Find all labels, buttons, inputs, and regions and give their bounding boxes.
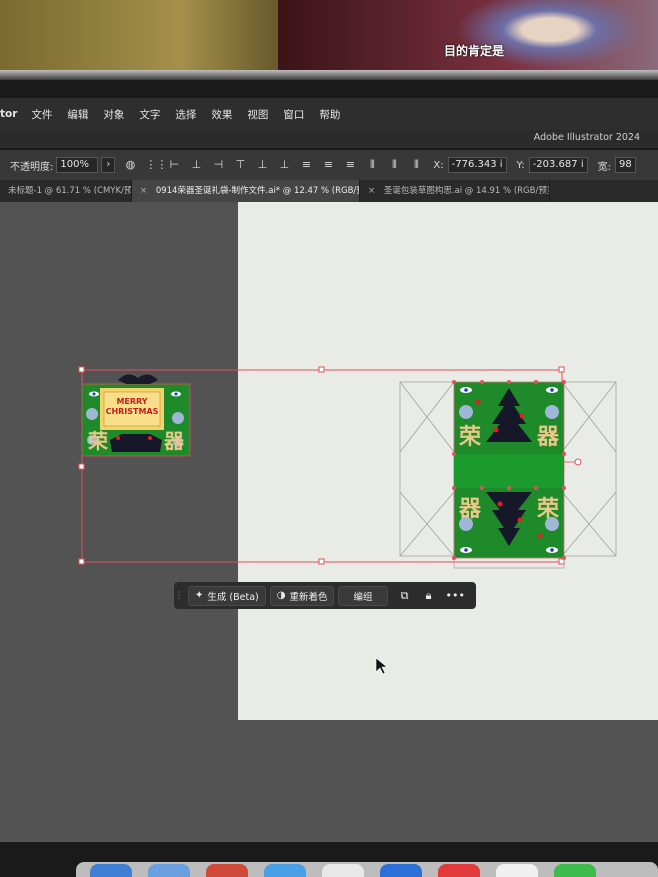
christmas-text: CHRISTMAS: [106, 407, 159, 416]
lock-icon[interactable]: 🔒︎: [422, 589, 436, 603]
bag-char-qi-bottom: 器: [458, 497, 482, 522]
cursor-icon: [375, 657, 388, 675]
align-right-icon[interactable]: ⊣: [211, 158, 225, 172]
handle-tl[interactable]: [78, 366, 85, 373]
align-bottom-icon[interactable]: ⊥: [277, 158, 291, 172]
close-icon[interactable]: ×: [368, 186, 375, 196]
close-icon[interactable]: ×: [140, 186, 147, 196]
recolor-label: 重新着色: [289, 591, 328, 603]
menu-view[interactable]: 视图: [247, 107, 268, 122]
align-to-icon[interactable]: ⋮⋮: [145, 158, 167, 172]
generate-label: 生成 (Beta): [207, 591, 259, 603]
recolor-icon: ◑: [276, 590, 286, 601]
background-photo: 目的肯定是: [0, 0, 658, 80]
app-title: Adobe Illustrator 2024: [533, 132, 640, 143]
group-button[interactable]: 编组: [338, 585, 388, 606]
canvas[interactable]: MERRY CHRISTMAS 荣 器 荣 器 器 荣: [0, 202, 658, 842]
menu-bar: tor 文件 编辑 对象 文字 选择 效果 视图 窗口 帮助: [0, 98, 658, 130]
align-left-icon[interactable]: ⊢: [167, 158, 181, 172]
x-coordinate: X: -776.343 i: [433, 157, 507, 173]
distribute-bottom-icon[interactable]: ≡: [343, 158, 357, 172]
thumb-char-rong: 荣: [87, 429, 109, 453]
contextual-taskbar: ⋮ ✦ 生成 (Beta) ◑ 重新着色 编组 ⧉ 🔒︎ •••: [174, 582, 476, 609]
opacity-label: 不透明度:: [10, 161, 54, 173]
handle-bl[interactable]: [78, 558, 85, 565]
menu-select[interactable]: 选择: [175, 107, 196, 122]
handle-tr[interactable]: [558, 366, 565, 373]
recolor-artwork-icon[interactable]: ◍: [123, 158, 137, 172]
wall: [0, 0, 300, 78]
sparkle-icon: ✦: [195, 590, 204, 601]
more-icon[interactable]: •••: [446, 589, 465, 602]
distribute-center-icon[interactable]: ≡: [321, 158, 335, 172]
dock: [76, 862, 658, 877]
dock-app-icon[interactable]: [90, 864, 132, 877]
tab-untitled[interactable]: 未标题-1 @ 61.71 % (CMYK/预览): [0, 180, 132, 202]
menu-effect[interactable]: 效果: [211, 107, 232, 122]
distribute-top-icon[interactable]: ≡: [299, 158, 313, 172]
artwork-layer[interactable]: MERRY CHRISTMAS 荣 器 荣 器 器 荣: [0, 202, 658, 842]
generate-button[interactable]: ✦ 生成 (Beta): [188, 585, 266, 606]
group-label: 编组: [353, 591, 373, 603]
document-tabs: 未标题-1 @ 61.71 % (CMYK/预览) × 0914荣器圣诞礼袋-制…: [0, 180, 658, 202]
dock-app-icon[interactable]: [438, 864, 480, 877]
thumb-char-qi: 器: [163, 429, 185, 453]
handle-bm[interactable]: [318, 558, 325, 565]
menu-window[interactable]: 窗口: [283, 107, 304, 122]
dock-app-icon[interactable]: [322, 864, 364, 877]
rotate-handle[interactable]: [574, 458, 582, 466]
dock-app-icon[interactable]: [554, 864, 596, 877]
distribute-hcenter-icon[interactable]: ⦀: [387, 158, 401, 172]
tv-person: [440, 0, 640, 74]
laptop-bezel: [0, 70, 658, 80]
control-bar: 不透明度: 100% › ◍ ⋮⋮ ⊢ ⊥ ⊣ ⊤ ⊥ ⊥ ≡ ≡ ≡ ⦀ ⦀ …: [0, 150, 658, 180]
bag-char-rong-top: 荣: [458, 424, 481, 450]
dock-app-icon[interactable]: [496, 864, 538, 877]
menu-type[interactable]: 文字: [139, 107, 160, 122]
width-coordinate: 宽: 98: [598, 157, 636, 173]
tv-caption: 目的肯定是: [444, 44, 505, 58]
menu-object[interactable]: 对象: [103, 107, 124, 122]
y-label: Y:: [516, 159, 525, 171]
grip-icon[interactable]: ⋮: [174, 590, 184, 601]
tab-sketch[interactable]: × 圣诞包装草图构思.ai @ 14.91 % (RGB/预览): [360, 180, 550, 202]
handle-ml[interactable]: [78, 463, 85, 470]
distribute-left-icon[interactable]: ⦀: [365, 158, 379, 172]
y-field[interactable]: -203.687 i: [528, 157, 588, 173]
gift-bag-panel[interactable]: [453, 381, 565, 559]
dock-app-icon[interactable]: [264, 864, 306, 877]
w-label: 宽:: [597, 161, 611, 173]
title-strip: Adobe Illustrator 2024: [0, 130, 658, 148]
align-center-h-icon[interactable]: ⊥: [189, 158, 203, 172]
menu-edit[interactable]: 编辑: [67, 107, 88, 122]
w-field[interactable]: 98: [614, 157, 636, 173]
app-menu[interactable]: tor: [0, 108, 17, 120]
merry-text: MERRY: [116, 397, 147, 406]
menu-file[interactable]: 文件: [31, 107, 52, 122]
handle-tm[interactable]: [318, 366, 325, 373]
dock-app-icon[interactable]: [148, 864, 190, 877]
align-center-v-icon[interactable]: ⊥: [255, 158, 269, 172]
tab-label: 未标题-1 @ 61.71 % (CMYK/预览): [8, 186, 132, 196]
distribute-right-icon[interactable]: ⦀: [409, 158, 423, 172]
arrange-icon[interactable]: ⧉: [398, 589, 412, 603]
recolor-button[interactable]: ◑ 重新着色: [269, 585, 335, 606]
tab-label: 圣诞包装草图构思.ai @ 14.91 % (RGB/预览): [383, 186, 550, 196]
y-coordinate: Y: -203.687 i: [517, 157, 588, 173]
dock-app-icon[interactable]: [380, 864, 422, 877]
dock-app-icon[interactable]: [206, 864, 248, 877]
bag-char-qi-top: 器: [536, 425, 560, 450]
opacity-field[interactable]: 100%: [56, 157, 99, 173]
align-top-icon[interactable]: ⊤: [233, 158, 247, 172]
menu-help[interactable]: 帮助: [319, 107, 340, 122]
opacity-arrow-icon[interactable]: ›: [101, 157, 116, 173]
x-field[interactable]: -776.343 i: [447, 157, 507, 173]
tab-label: 0914荣器圣诞礼袋-制作文件.ai* @ 12.47 % (RGB/预览): [155, 186, 360, 196]
x-label: X:: [433, 159, 444, 171]
bag-char-rong-bottom: 荣: [536, 496, 559, 522]
tab-gift-bag[interactable]: × 0914荣器圣诞礼袋-制作文件.ai* @ 12.47 % (RGB/预览): [132, 180, 360, 202]
